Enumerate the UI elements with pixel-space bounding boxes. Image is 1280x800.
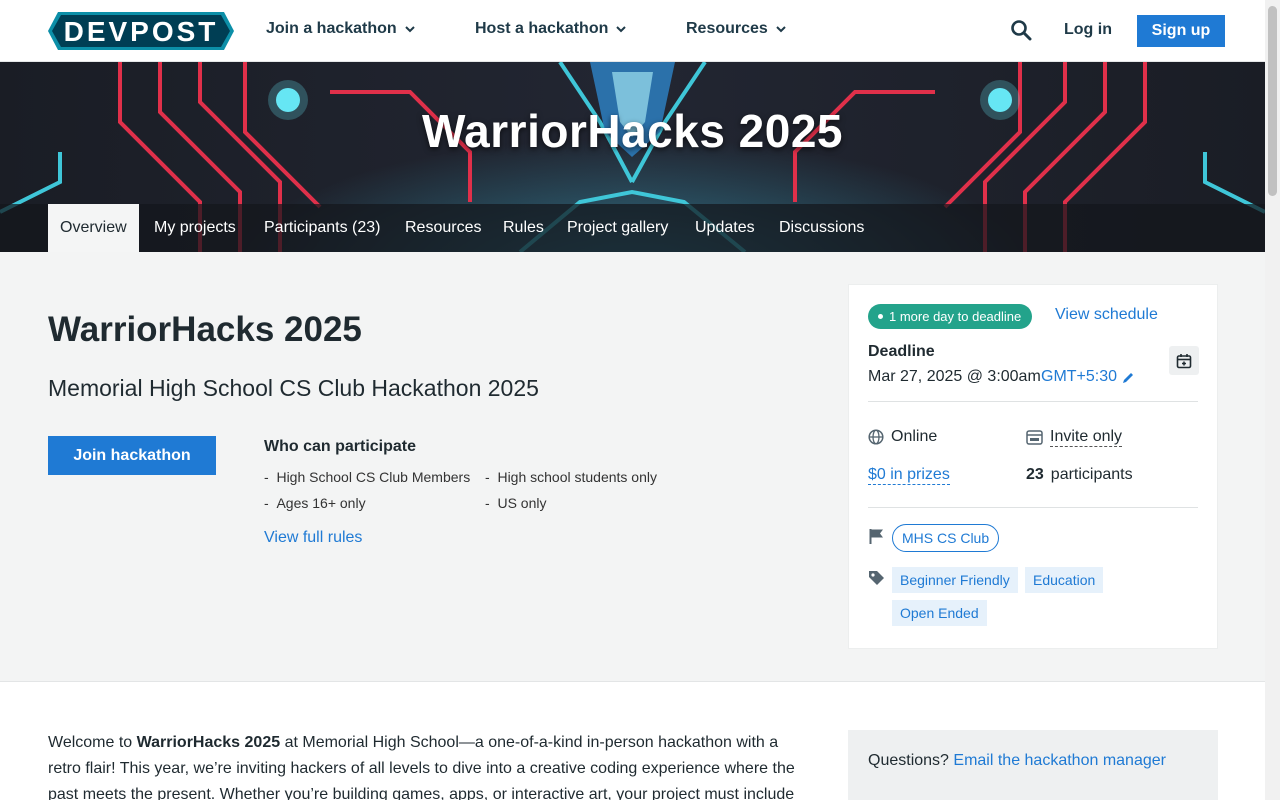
tag-icon (869, 571, 884, 585)
description-bold: WarriorHacks 2025 (136, 734, 281, 751)
eligibility-text: High School CS Club Members (276, 469, 471, 485)
join-hackathon-button[interactable]: Join hackathon (48, 436, 216, 475)
chevron-down-icon (404, 26, 415, 33)
eligibility-item: - US only (485, 495, 547, 511)
nav-join-hackathon[interactable]: Join a hackathon (266, 20, 415, 38)
eligibility-text: Ages 16+ only (276, 495, 366, 511)
eligibility-item: - High School CS Club Members (264, 469, 471, 485)
questions-text: Questions? Email the hackathon manager (868, 752, 1166, 770)
logo-text: DEVPOST (64, 16, 219, 47)
eligibility-text: High school students only (497, 469, 657, 485)
who-can-participate-heading: Who can participate (264, 438, 417, 455)
access-text: Invite only (1050, 428, 1123, 447)
tab-rules[interactable]: Rules (503, 204, 544, 252)
hackathon-tabs: Overview My projects Participants (23) R… (0, 204, 1265, 252)
page-scrollbar[interactable] (1265, 0, 1280, 800)
deadline-status-badge: 1 more day to deadline (868, 304, 1033, 329)
status-dot-icon (878, 314, 883, 319)
hero-section: WarriorHacks 2025 Memorial High School C… (0, 252, 1265, 682)
participants-label: participants (1050, 466, 1133, 483)
flag-icon (869, 529, 883, 544)
calendar-icon (1176, 353, 1192, 368)
search-icon[interactable] (1010, 19, 1032, 41)
pencil-icon (1123, 372, 1134, 383)
participants-info: 23 participants (1026, 466, 1133, 484)
chevron-down-icon (616, 26, 627, 33)
add-to-calendar-button[interactable] (1169, 346, 1199, 375)
signup-button[interactable]: Sign up (1137, 15, 1225, 47)
email-manager-link[interactable]: Email the hackathon manager (953, 752, 1166, 769)
prizes-link[interactable]: $0 in prizes (868, 466, 950, 485)
banner-title: WarriorHacks 2025 (421, 105, 844, 157)
tab-discussions[interactable]: Discussions (779, 204, 864, 252)
divider (868, 507, 1198, 508)
timezone-link[interactable]: GMT+5:30 (1041, 368, 1135, 386)
top-nav: DEVPOST Join a hackathon Host a hackatho… (0, 0, 1265, 62)
participants-count: 23 (1026, 466, 1044, 483)
questions-box: Questions? Email the hackathon manager (848, 730, 1218, 800)
timezone-text: GMT+5:30 (1041, 368, 1118, 385)
eligibility-text: US only (497, 495, 547, 511)
nav-host-hackathon[interactable]: Host a hackathon (475, 20, 627, 38)
tab-participants[interactable]: Participants (23) (264, 204, 381, 252)
nav-resources-label: Resources (686, 20, 768, 37)
theme-tag[interactable]: Education (1025, 567, 1104, 593)
view-schedule-link[interactable]: View schedule (1055, 306, 1158, 324)
theme-tag[interactable]: Beginner Friendly (892, 567, 1018, 593)
tab-project-gallery[interactable]: Project gallery (567, 204, 668, 252)
location-text: Online (891, 428, 938, 445)
view-full-rules-link[interactable]: View full rules (264, 529, 362, 547)
scrollbar-thumb[interactable] (1268, 6, 1277, 196)
hackathon-description: Welcome to WarriorHacks 2025 at Memorial… (48, 730, 808, 800)
host-tag[interactable]: MHS CS Club (892, 524, 1000, 552)
divider (868, 401, 1198, 402)
invite-icon (1026, 430, 1043, 445)
login-link[interactable]: Log in (1064, 21, 1112, 39)
theme-tag[interactable]: Open Ended (892, 600, 987, 626)
chevron-down-icon (776, 26, 786, 33)
location-info: Online (868, 428, 937, 446)
description-text: Welcome to (48, 734, 137, 751)
hackathon-banner: WarriorHacks 2025 Overview My projects P… (0, 62, 1265, 252)
eligibility-item: - High school students only (485, 469, 657, 485)
nav-host-hackathon-label: Host a hackathon (475, 20, 609, 37)
devpost-logo[interactable]: DEVPOST (48, 12, 234, 50)
tab-my-projects[interactable]: My projects (154, 204, 236, 252)
deadline-status-text: 1 more day to deadline (889, 309, 1022, 324)
globe-icon (868, 429, 884, 445)
page-title: WarriorHacks 2025 (48, 310, 362, 349)
nav-resources[interactable]: Resources (686, 20, 786, 38)
hackathon-info-card: 1 more day to deadline View schedule Dea… (848, 284, 1218, 649)
tab-overview[interactable]: Overview (48, 204, 139, 252)
tab-resources[interactable]: Resources (405, 204, 481, 252)
questions-prompt: Questions? (868, 752, 949, 769)
eligibility-item: - Ages 16+ only (264, 495, 366, 511)
access-info[interactable]: Invite only (1026, 428, 1123, 447)
nav-join-hackathon-label: Join a hackathon (266, 20, 397, 37)
tab-updates[interactable]: Updates (695, 204, 755, 252)
deadline-label: Deadline (868, 343, 935, 360)
deadline-date: Mar 27, 2025 @ 3:00am (868, 368, 1041, 385)
hackathon-tagline: Memorial High School CS Club Hackathon 2… (48, 375, 539, 401)
